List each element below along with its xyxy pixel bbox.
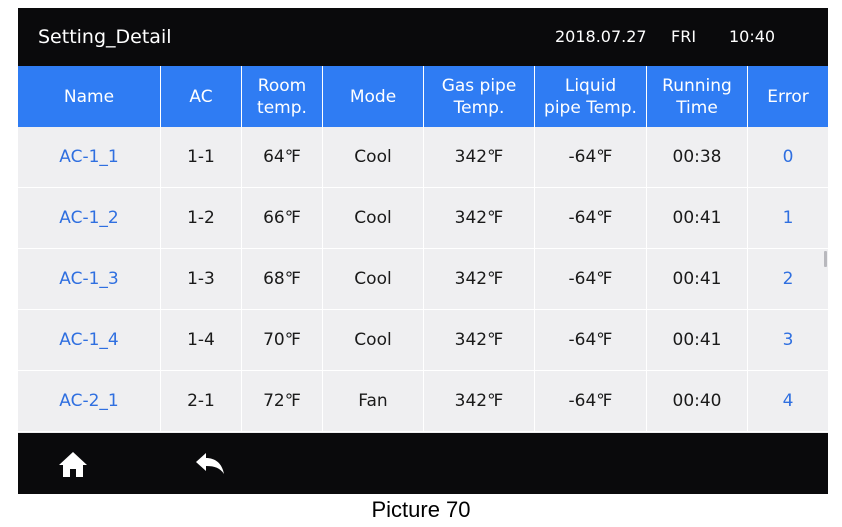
- table-row[interactable]: AC-1_4 1-4 70℉ Cool 342℉ -64℉ 00:41 3: [18, 310, 828, 371]
- error-code-cell[interactable]: 0: [748, 127, 828, 187]
- column-header-running-time: Running Time: [647, 66, 748, 127]
- back-arrow-icon: [196, 453, 224, 474]
- date-display: 2018.07.27: [555, 27, 647, 46]
- table-row[interactable]: AC-1_2 1-2 66℉ Cool 342℉ -64℉ 00:41 1: [18, 188, 828, 249]
- home-icon: [59, 452, 87, 477]
- error-code-cell[interactable]: 2: [748, 249, 828, 309]
- liquid-pipe-temp-cell: -64℉: [535, 127, 647, 187]
- column-header-room-temp: Room temp.: [242, 66, 323, 127]
- running-time-cell: 00:41: [647, 188, 748, 248]
- liquid-pipe-temp-cell: -64℉: [535, 188, 647, 248]
- running-time-cell: 00:38: [647, 127, 748, 187]
- ac-cell: 1-4: [161, 310, 242, 370]
- error-code-cell[interactable]: 4: [748, 371, 828, 431]
- unit-name-cell[interactable]: AC-1_1: [18, 127, 161, 187]
- gas-pipe-temp-cell: 342℉: [424, 310, 535, 370]
- title-bar: Setting_Detail 2018.07.27 FRI 10:40: [18, 8, 828, 66]
- unit-name-cell[interactable]: AC-1_2: [18, 188, 161, 248]
- liquid-pipe-temp-cell: -64℉: [535, 249, 647, 309]
- column-header-mode: Mode: [323, 66, 424, 127]
- gas-pipe-temp-cell: 342℉: [424, 249, 535, 309]
- table-row[interactable]: AC-1_3 1-3 68℉ Cool 342℉ -64℉ 00:41 2: [18, 249, 828, 310]
- figure-caption: Picture 70: [371, 497, 471, 522]
- table-row[interactable]: AC-1_1 1-1 64℉ Cool 342℉ -64℉ 00:38 0: [18, 127, 828, 188]
- table-body[interactable]: AC-1_1 1-1 64℉ Cool 342℉ -64℉ 00:38 0 AC…: [18, 127, 828, 433]
- unit-name-cell[interactable]: AC-1_4: [18, 310, 161, 370]
- column-header-ac: AC: [161, 66, 242, 127]
- room-temp-cell: 70℉: [242, 310, 323, 370]
- table-row[interactable]: AC-2_1 2-1 72℉ Fan 342℉ -64℉ 00:40 4: [18, 371, 828, 432]
- gas-pipe-temp-cell: 342℉: [424, 188, 535, 248]
- column-header-liquid-pipe-temp: Liquid pipe Temp.: [535, 66, 647, 127]
- gas-pipe-temp-cell: 342℉: [424, 371, 535, 431]
- ac-cell: 1-3: [161, 249, 242, 309]
- running-time-cell: 00:40: [647, 371, 748, 431]
- running-time-cell: 00:41: [647, 249, 748, 309]
- room-temp-cell: 72℉: [242, 371, 323, 431]
- liquid-pipe-temp-cell: -64℉: [535, 310, 647, 370]
- room-temp-cell: 68℉: [242, 249, 323, 309]
- weekday-display: FRI: [671, 27, 697, 46]
- error-code-cell[interactable]: 1: [748, 188, 828, 248]
- ac-cell: 1-2: [161, 188, 242, 248]
- scrollbar-thumb[interactable]: [824, 251, 827, 267]
- gas-pipe-temp-cell: 342℉: [424, 127, 535, 187]
- room-temp-cell: 66℉: [242, 188, 323, 248]
- liquid-pipe-temp-cell: -64℉: [535, 371, 647, 431]
- hmi-screen: Setting_Detail 2018.07.27 FRI 10:40 Name…: [18, 8, 828, 494]
- mode-cell: Cool: [323, 249, 424, 309]
- error-code-cell[interactable]: 3: [748, 310, 828, 370]
- column-header-gas-pipe-temp: Gas pipe Temp.: [424, 66, 535, 127]
- table-header: Name AC Room temp. Mode Gas pipe Temp. L…: [18, 66, 828, 127]
- back-button[interactable]: [193, 447, 227, 481]
- ac-cell: 1-1: [161, 127, 242, 187]
- room-temp-cell: 64℉: [242, 127, 323, 187]
- mode-cell: Cool: [323, 127, 424, 187]
- mode-cell: Cool: [323, 310, 424, 370]
- bottom-nav-bar: [18, 433, 828, 494]
- unit-name-cell[interactable]: AC-2_1: [18, 371, 161, 431]
- column-header-error: Error: [767, 86, 809, 107]
- clock-display: 10:40: [729, 27, 776, 46]
- column-header-name: Name: [18, 66, 161, 127]
- ac-cell: 2-1: [161, 371, 242, 431]
- mode-cell: Cool: [323, 188, 424, 248]
- home-button[interactable]: [56, 447, 90, 481]
- running-time-cell: 00:41: [647, 310, 748, 370]
- page-title: Setting_Detail: [38, 26, 172, 48]
- unit-name-cell[interactable]: AC-1_3: [18, 249, 161, 309]
- mode-cell: Fan: [323, 371, 424, 431]
